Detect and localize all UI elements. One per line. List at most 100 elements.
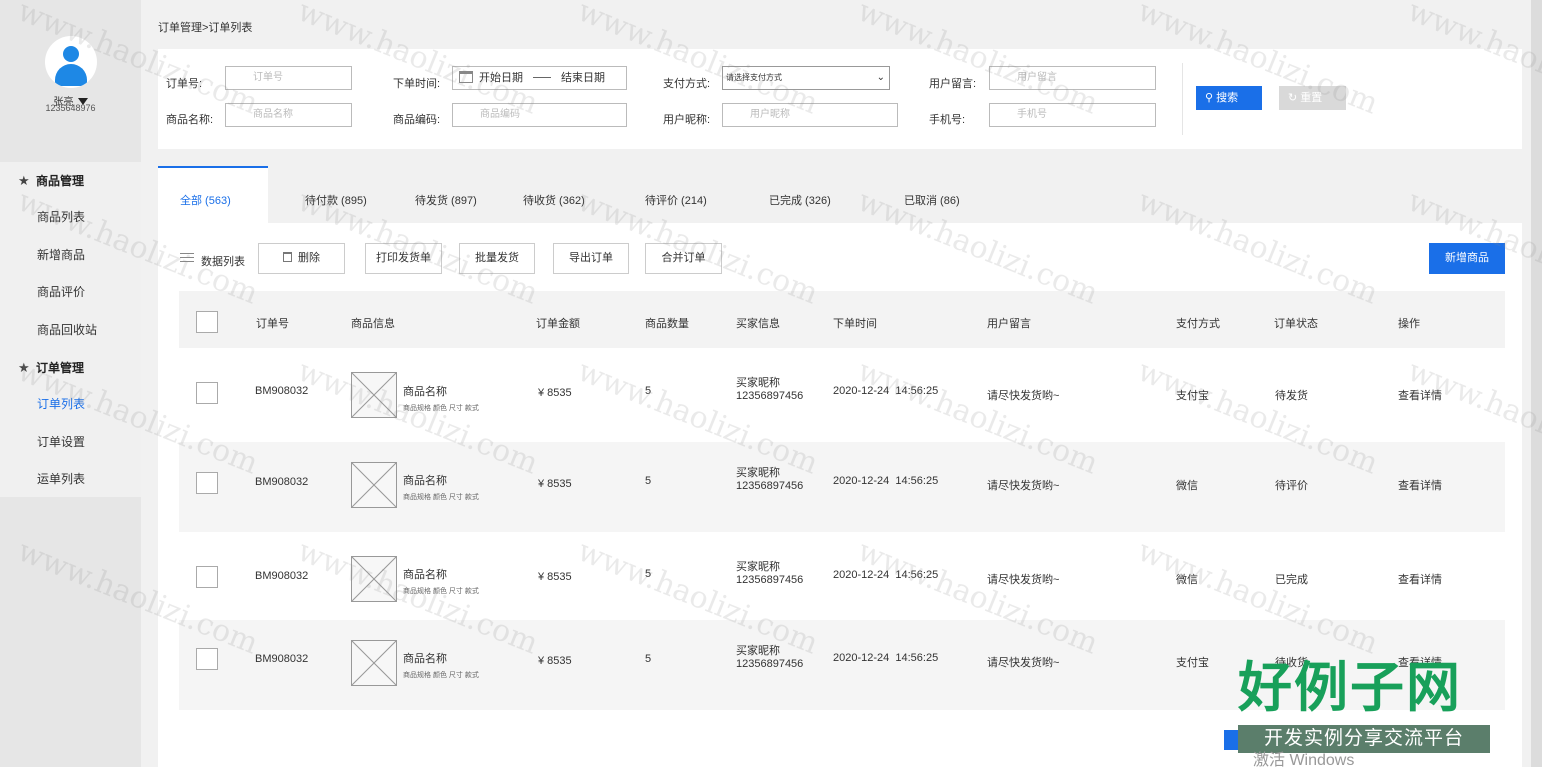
product-name: 商品名称 xyxy=(403,475,447,487)
menu-item-order-settings[interactable]: 订单设置 xyxy=(0,424,141,462)
menu-item-product-list[interactable]: 商品列表 xyxy=(0,199,141,237)
product-spec: 商品规格 颜色 尺寸 款式 xyxy=(403,588,479,595)
row-checkbox[interactable] xyxy=(196,648,218,670)
tab-pending-receipt[interactable]: 待收货 (362) xyxy=(523,192,585,208)
merge-orders-button[interactable]: 合并订单 xyxy=(645,243,722,274)
menu-group-orders[interactable]: ★ 订单管理 xyxy=(0,349,141,386)
avatar[interactable] xyxy=(45,36,97,88)
batch-ship-button[interactable]: 批量发货 xyxy=(459,243,535,274)
order-no-input[interactable]: 订单号 xyxy=(225,66,352,90)
product-image-placeholder xyxy=(351,462,397,508)
order-amount: ¥ 8535 xyxy=(538,478,572,490)
table-row: BM908032 商品名称 商品规格 颜色 尺寸 款式 ¥ 8535 5 买家昵… xyxy=(179,442,1505,532)
order-time: 2020-12-24 14:56:25 xyxy=(833,475,939,487)
row-checkbox[interactable] xyxy=(196,382,218,404)
list-icon xyxy=(180,253,194,265)
pay-method-select[interactable]: 请选择支付方式 ⌄ xyxy=(722,66,890,90)
product-name: 商品名称 xyxy=(403,653,447,665)
column-header: 订单金额 xyxy=(536,318,580,330)
product-code-input[interactable]: 商品编码 xyxy=(452,103,627,127)
search-button[interactable]: ⚲ 搜索 xyxy=(1196,86,1262,110)
calendar-icon xyxy=(459,71,473,83)
menu-item-product-reviews[interactable]: 商品评价 xyxy=(0,274,141,312)
payment-method: 微信 xyxy=(1176,480,1198,492)
menu-item-order-list[interactable]: 订单列表 xyxy=(0,386,141,424)
column-header: 操作 xyxy=(1398,318,1420,330)
refresh-icon: ↻ xyxy=(1288,92,1301,104)
tab-pending-shipment[interactable]: 待发货 (897) xyxy=(415,192,477,208)
tab-all[interactable]: 全部 (563) xyxy=(180,192,231,208)
column-header: 订单号 xyxy=(256,318,289,330)
message-input[interactable]: 用户留言 xyxy=(989,66,1156,90)
user-message: 请尽快发货哟~ xyxy=(987,574,1060,586)
menu-item-recycle-bin[interactable]: 商品回收站 xyxy=(0,312,141,350)
quantity: 5 xyxy=(645,653,652,665)
quantity: 5 xyxy=(645,568,652,580)
table-row: BM908032 商品名称 商品规格 颜色 尺寸 款式 ¥ 8535 5 买家昵… xyxy=(179,348,1505,438)
product-spec: 商品规格 颜色 尺寸 款式 xyxy=(403,672,479,679)
quantity: 5 xyxy=(645,475,652,487)
product-name-input[interactable]: 商品名称 xyxy=(225,103,352,127)
star-icon: ★ xyxy=(18,173,30,188)
date-range-picker[interactable]: 开始日期 结束日期 xyxy=(452,66,627,90)
menu-item-add-product[interactable]: 新增商品 xyxy=(0,237,141,275)
user-message: 请尽快发货哟~ xyxy=(987,657,1060,669)
tab-pending-payment[interactable]: 待付款 (895) xyxy=(305,192,367,208)
buyer-info: 买家昵称 12356897456 xyxy=(736,561,803,587)
view-details-link[interactable]: 查看详情 xyxy=(1398,477,1442,493)
reset-button[interactable]: ↻ 重置 xyxy=(1279,86,1346,110)
order-amount: ¥ 8535 xyxy=(538,571,572,583)
search-panel: 订单号: 订单号 下单时间: 开始日期 结束日期 支付方式: 请选择支付方式 ⌄ 用… xyxy=(158,49,1522,149)
tab-cancelled[interactable]: 已取消 (86) xyxy=(904,192,960,208)
column-header: 商品信息 xyxy=(351,318,395,330)
view-details-link[interactable]: 查看详情 xyxy=(1398,387,1442,403)
message-label: 用户留言: xyxy=(929,78,977,90)
pay-method-value: 请选择支付方式 xyxy=(726,73,782,82)
table-row: BM908032 商品名称 商品规格 颜色 尺寸 款式 ¥ 8535 5 买家昵… xyxy=(179,532,1505,622)
menu-group-products[interactable]: ★ 商品管理 xyxy=(0,162,141,199)
order-amount: ¥ 8535 xyxy=(538,387,572,399)
nickname-input[interactable]: 用户昵称 xyxy=(722,103,898,127)
brand-title: 好例子网 xyxy=(1238,655,1462,719)
add-product-button[interactable]: 新增商品 xyxy=(1429,243,1505,274)
menu-group-label: 订单管理 xyxy=(36,361,85,375)
menu-item-waybill-list[interactable]: 运单列表 xyxy=(0,461,141,499)
product-image-placeholder xyxy=(351,372,397,418)
tab-completed[interactable]: 已完成 (326) xyxy=(769,192,831,208)
chevron-down-icon: ⌄ xyxy=(876,72,885,83)
product-name: 商品名称 xyxy=(403,386,447,398)
order-status: 已完成 xyxy=(1275,574,1308,586)
avatar-head xyxy=(63,46,79,62)
payment-method: 微信 xyxy=(1176,574,1198,586)
order-no: BM908032 xyxy=(255,385,309,397)
start-date: 开始日期 xyxy=(479,72,523,84)
buyer-phone: 12356897456 xyxy=(736,574,804,586)
column-header: 买家信息 xyxy=(736,318,780,330)
tab-pending-review[interactable]: 待评价 (214) xyxy=(645,192,707,208)
quantity: 5 xyxy=(645,385,652,397)
export-orders-button[interactable]: 导出订单 xyxy=(553,243,629,274)
order-no: BM908032 xyxy=(255,476,309,488)
avatar-body xyxy=(55,64,87,86)
buyer-nickname: 买家昵称 xyxy=(736,645,780,657)
column-header: 用户留言 xyxy=(987,318,1031,330)
buyer-info: 买家昵称 12356897456 xyxy=(736,645,803,671)
column-header: 订单状态 xyxy=(1274,318,1318,330)
product-image-placeholder xyxy=(351,556,397,602)
trash-icon xyxy=(283,252,292,262)
pay-method-label: 支付方式: xyxy=(663,78,711,90)
row-checkbox[interactable] xyxy=(196,566,218,588)
delete-button[interactable]: 删除 xyxy=(258,243,345,274)
view-details-link[interactable]: 查看详情 xyxy=(1398,571,1442,587)
order-status: 待评价 xyxy=(1275,480,1308,492)
search-button-label: 搜索 xyxy=(1216,92,1239,104)
select-all-checkbox[interactable] xyxy=(196,311,218,333)
order-status: 待发货 xyxy=(1275,390,1308,402)
phone-input[interactable]: 手机号 xyxy=(989,103,1156,127)
row-checkbox[interactable] xyxy=(196,472,218,494)
user-message: 请尽快发货哟~ xyxy=(987,480,1060,492)
main-area: 订单管理>订单列表 订单号: 订单号 下单时间: 开始日期 结束日期 支付方式: … xyxy=(141,0,1531,767)
order-time: 2020-12-24 14:56:25 xyxy=(833,385,939,397)
phone-label: 手机号: xyxy=(929,114,966,126)
print-invoice-button[interactable]: 打印发货单 xyxy=(365,243,442,274)
